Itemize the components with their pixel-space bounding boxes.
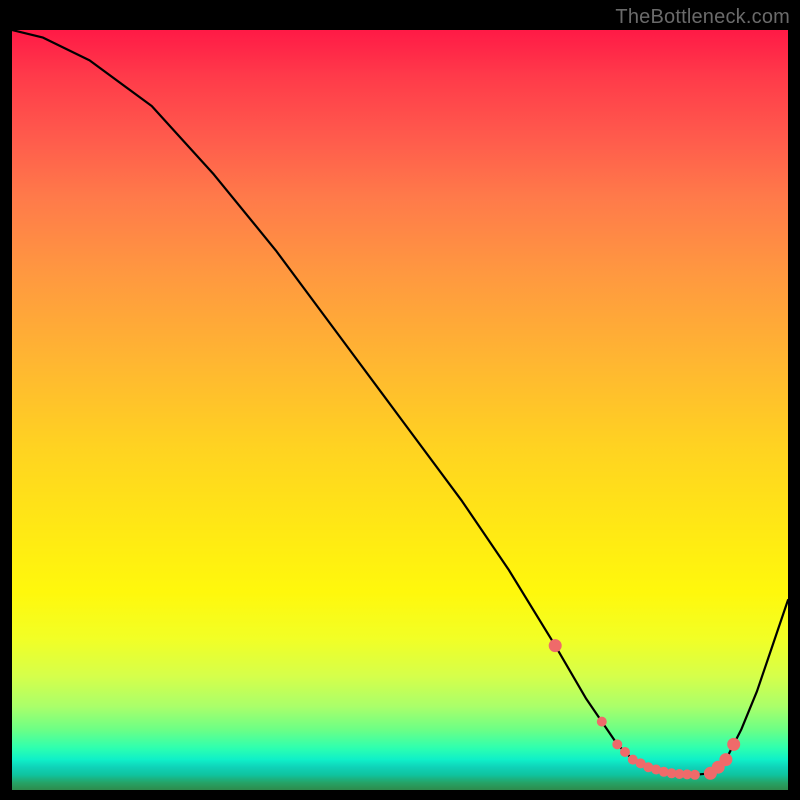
- data-marker: [597, 717, 606, 726]
- chart-svg: [12, 30, 788, 790]
- chart-stage: TheBottleneck.com: [0, 0, 800, 800]
- marker-group: [549, 640, 740, 780]
- data-marker: [613, 740, 622, 749]
- data-marker: [690, 770, 699, 779]
- data-marker: [720, 754, 732, 766]
- data-marker: [549, 640, 561, 652]
- data-marker: [621, 748, 630, 757]
- data-marker: [728, 738, 740, 750]
- main-curve: [12, 30, 788, 775]
- watermark-text: TheBottleneck.com: [615, 6, 790, 29]
- plot-area: [12, 30, 788, 790]
